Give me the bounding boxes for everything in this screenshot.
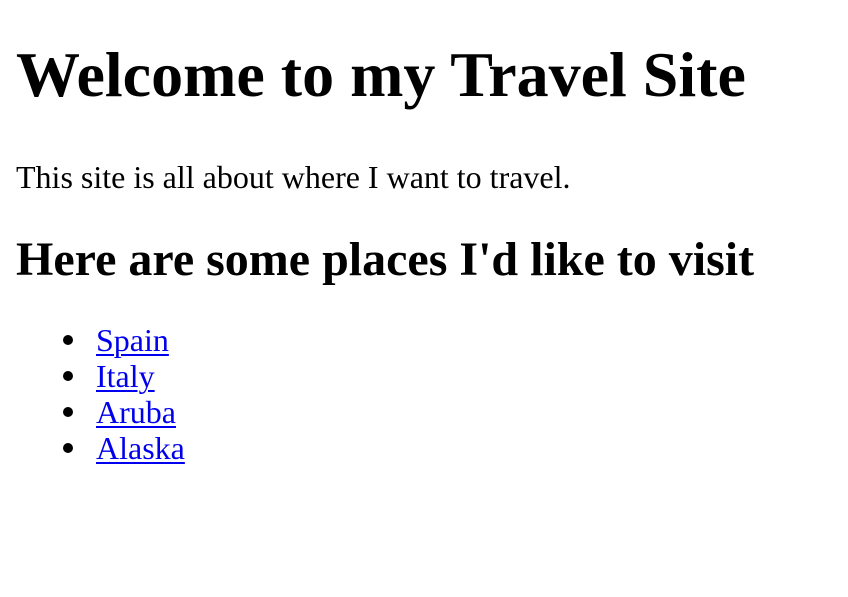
places-heading: Here are some places I'd like to visit <box>16 232 755 286</box>
place-link-alaska[interactable]: Alaska <box>96 430 185 466</box>
page-content: Welcome to my Travel Site This site is a… <box>0 43 848 466</box>
list-item: Alaska <box>63 430 832 466</box>
place-link-spain[interactable]: Spain <box>96 322 169 358</box>
list-item: Italy <box>63 358 832 394</box>
place-link-aruba[interactable]: Aruba <box>96 394 176 430</box>
bullet-icon <box>63 442 73 453</box>
list-item: Aruba <box>63 394 832 430</box>
bullet-icon <box>63 334 73 345</box>
bullet-icon <box>63 406 73 417</box>
list-item: Spain <box>63 322 832 358</box>
intro-text: This site is all about where I want to t… <box>16 159 571 195</box>
bullet-icon <box>63 370 73 381</box>
place-link-italy[interactable]: Italy <box>96 358 155 394</box>
page-title: Welcome to my Travel Site <box>16 39 746 110</box>
places-list: Spain Italy Aruba Alaska <box>16 322 832 466</box>
